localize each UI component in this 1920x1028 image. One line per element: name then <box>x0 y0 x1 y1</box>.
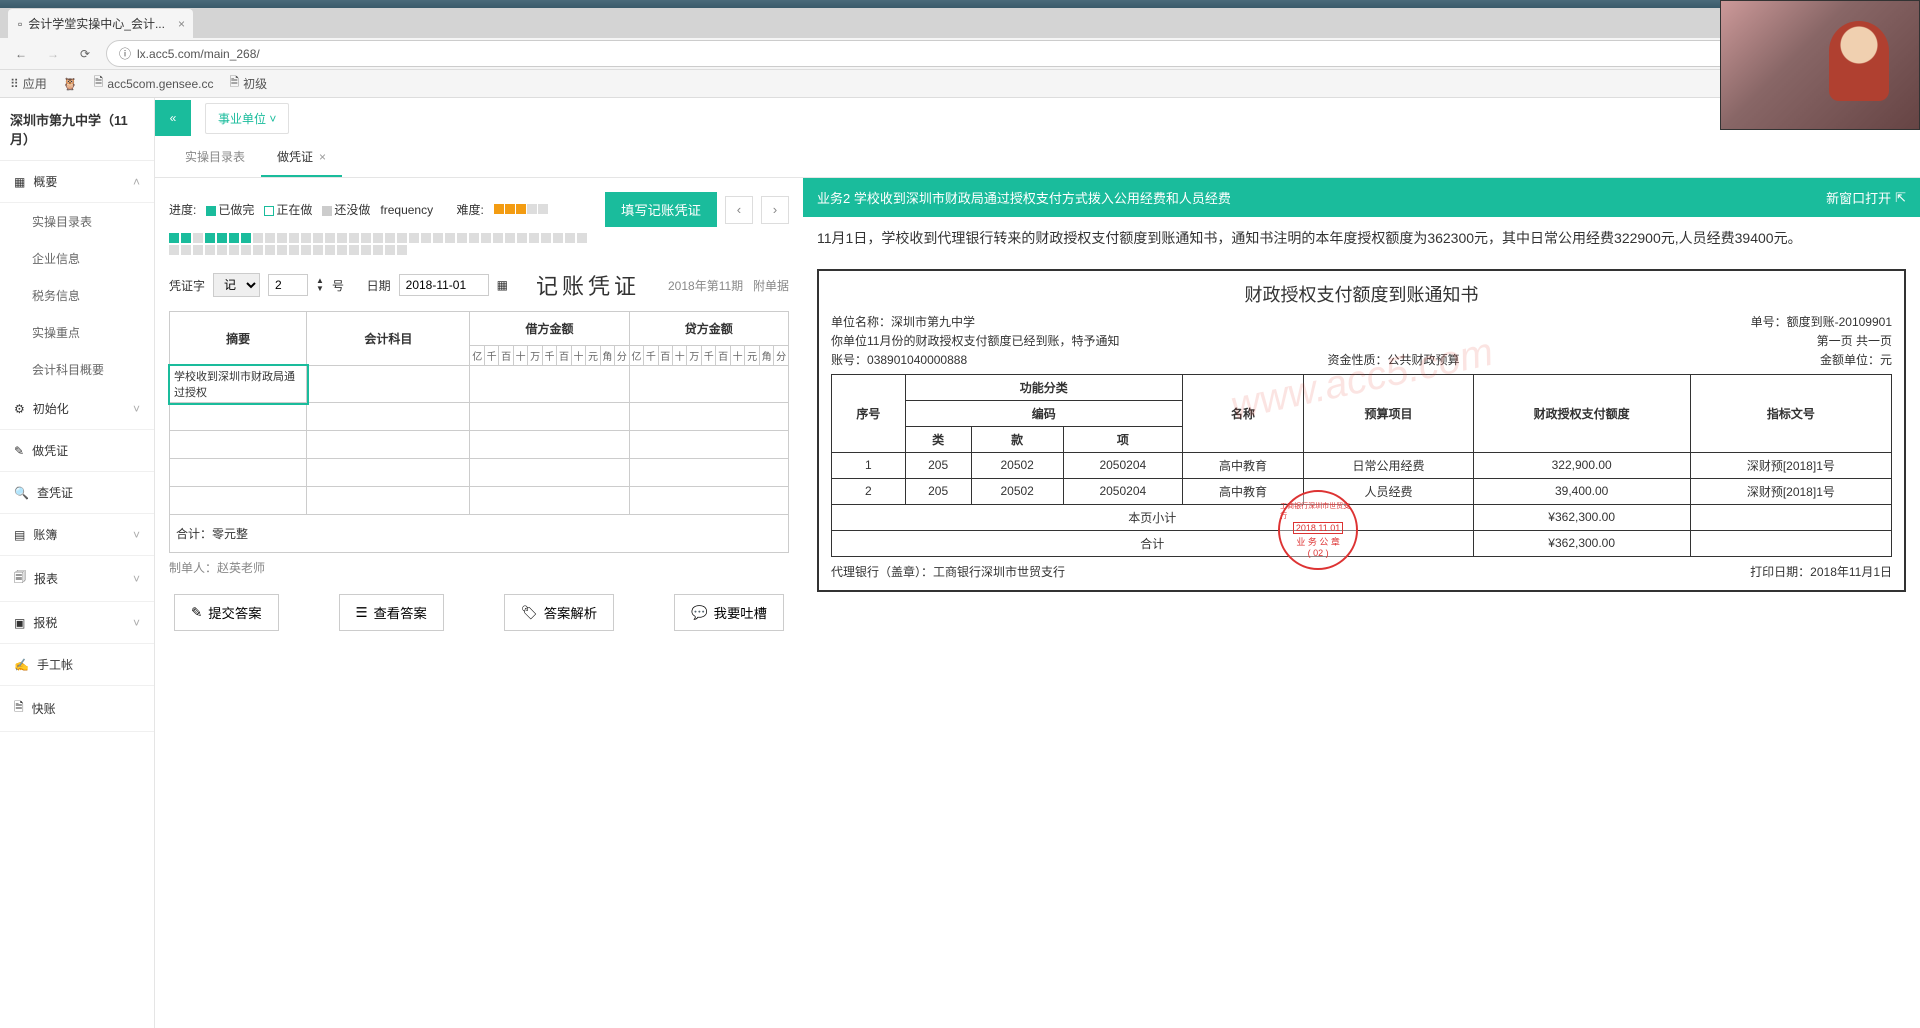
apps-button[interactable]: ⠿ 应用 <box>10 75 47 92</box>
voucher-num-suffix: 号 <box>332 277 344 294</box>
bookmark-owl[interactable]: 🦉 <box>63 77 78 91</box>
chevron-up-icon: ˄ <box>133 175 140 189</box>
voucher-word-select[interactable]: 记 <box>213 273 260 297</box>
voucher-num-input[interactable] <box>268 274 308 296</box>
voucher-date-input[interactable] <box>399 274 489 296</box>
sidebar-sub-company[interactable]: 企业信息 <box>0 240 154 277</box>
sidebar-sub-tax[interactable]: 税务信息 <box>0 277 154 314</box>
sidebar-book[interactable]: ▤ 账簿˅ <box>0 514 154 556</box>
chevron-down-icon: ˅ <box>133 528 140 542</box>
sidebar-manual[interactable]: ✍ 手工帐 <box>0 644 154 686</box>
sidebar-init[interactable]: ⚙ 初始化˅ <box>0 388 154 430</box>
sidebar-title: 深圳市第九中学（11月） <box>0 98 154 161</box>
voucher-total: 合计：零元整 <box>170 515 789 553</box>
back-button[interactable]: ← <box>10 43 32 65</box>
info-icon: ⓘ <box>119 45 131 62</box>
sidebar-make-voucher[interactable]: ✎ 做凭证 <box>0 430 154 472</box>
chevron-down-icon: ˅ <box>133 616 140 630</box>
view-answer-button[interactable]: ☰ 查看答案 <box>339 594 444 631</box>
attach-label: 附单据 <box>753 277 789 294</box>
summary-input[interactable]: 学校收到深圳市财政局通过授权 <box>170 366 307 403</box>
close-icon[interactable]: × <box>319 150 326 164</box>
feedback-button[interactable]: 💬 我要吐槽 <box>674 594 784 631</box>
sidebar-sub-focus[interactable]: 实操重点 <box>0 314 154 351</box>
prev-button[interactable]: ‹ <box>725 196 753 224</box>
voucher-title: 记账凭证 <box>536 269 640 301</box>
difficulty-rating <box>494 203 549 217</box>
browser-tab[interactable]: ▫ 会计学堂实操中心_会计... × <box>8 9 193 38</box>
voucher-period: 2018年第11期 <box>668 277 743 294</box>
url-input[interactable]: ⓘ lx.acc5.com/main_268/ <box>106 40 1910 67</box>
sidebar-sub-catalog[interactable]: 实操目录表 <box>0 203 154 240</box>
task-title: 业务2 学校收到深圳市财政局通过授权支付方式拨入公用经费和人员经费 <box>817 188 1231 207</box>
task-description: 11月1日，学校收到代理银行转来的财政授权支付额度到账通知书，通知书注明的本年度… <box>803 217 1920 261</box>
progress-grid[interactable] <box>169 233 589 255</box>
num-down[interactable]: ▼ <box>316 285 324 293</box>
close-icon[interactable]: × <box>178 17 185 31</box>
url-text: lx.acc5.com/main_268/ <box>137 47 260 61</box>
col-summary: 摘要 <box>170 312 307 366</box>
col-debit: 借方金额 <box>470 312 629 346</box>
voucher-maker: 制单人：赵英老师 <box>169 559 789 576</box>
sidebar-report[interactable]: 🗐 报表˅ <box>0 556 154 602</box>
col-subject: 会计科目 <box>307 312 470 366</box>
next-button[interactable]: › <box>761 196 789 224</box>
webcam-overlay <box>1720 0 1920 130</box>
voucher-table: 摘要 会计科目 借方金额 贷方金额 亿千百十万千百十元角分亿千百十万千百十元角分… <box>169 311 789 553</box>
chevron-down-icon: ˅ <box>133 572 140 586</box>
sidebar-overview[interactable]: ▦ 概要˄ <box>0 161 154 203</box>
document-box: www.acc5.com 财政授权支付额度到账通知书 单位名称：深圳市第九中学单… <box>817 269 1906 592</box>
chevron-down-icon: ˅ <box>269 112 276 126</box>
progress-legend: 进度: 已做完 正在做 还没做frequency 难度: <box>169 201 549 218</box>
doc-table: 序号 功能分类 名称 预算项目 财政授权支付额度 指标文号 编码 类款项 120… <box>831 374 1892 557</box>
sidebar-sub-subject[interactable]: 会计科目概要 <box>0 351 154 388</box>
forward-button[interactable]: → <box>42 43 64 65</box>
entity-selector[interactable]: 事业单位 ˅ <box>205 103 289 134</box>
collapse-sidebar-button[interactable]: « <box>155 100 191 136</box>
bookmark-chuji[interactable]: 🗎 初级 <box>229 73 267 94</box>
fill-voucher-button[interactable]: 填写记账凭证 <box>605 192 717 227</box>
task-header: 业务2 学校收到深圳市财政局通过授权支付方式拨入公用经费和人员经费 新窗口打开 … <box>803 178 1920 217</box>
sidebar-quick[interactable]: 🗎 快账 <box>0 686 154 732</box>
sidebar: 深圳市第九中学（11月） ▦ 概要˄ 实操目录表 企业信息 税务信息 实操重点 … <box>0 98 155 1028</box>
sidebar-view-voucher[interactable]: 🔍 查凭证 <box>0 472 154 514</box>
tab-catalog[interactable]: 实操目录表 <box>169 138 261 177</box>
sidebar-taxrep[interactable]: ▣ 报税˅ <box>0 602 154 644</box>
date-label: 日期 <box>367 277 391 294</box>
col-credit: 贷方金额 <box>629 312 788 346</box>
reload-button[interactable]: ⟳ <box>74 43 96 65</box>
bookmark-gensee[interactable]: 🗎 acc5com.gensee.cc <box>94 73 214 94</box>
submit-answer-button[interactable]: ✎ 提交答案 <box>174 594 278 631</box>
subject-input[interactable] <box>307 366 470 403</box>
voucher-word-label: 凭证字 <box>169 277 205 294</box>
doc-title: 财政授权支付额度到账通知书 <box>831 281 1892 307</box>
tab-title: 会计学堂实操中心_会计... <box>28 15 165 32</box>
calendar-icon[interactable]: ▦ <box>497 278 508 292</box>
stamp: 工商银行深圳市世贸支行 2018.11.01 业 务 公 章 ( 02 ) <box>1278 490 1358 570</box>
tab-favicon: ▫ <box>18 17 22 31</box>
chevron-down-icon: ˅ <box>133 402 140 416</box>
analysis-button[interactable]: 🏷 答案解析 <box>504 594 614 631</box>
open-new-window-button[interactable]: 新窗口打开 ⇱ <box>1826 188 1906 207</box>
tab-make-voucher[interactable]: 做凭证× <box>261 138 342 177</box>
